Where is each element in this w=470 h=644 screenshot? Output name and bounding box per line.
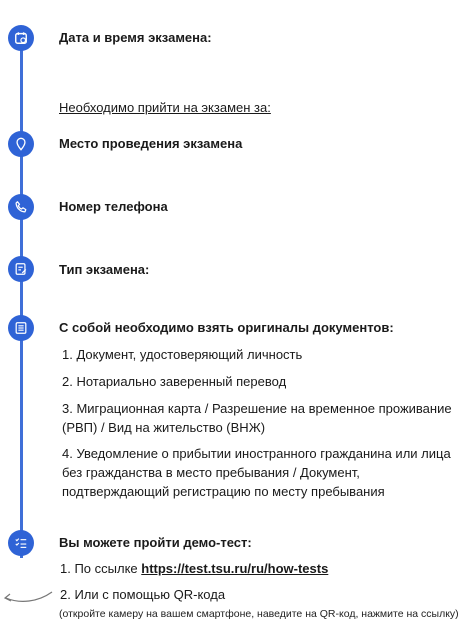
exam-place-title: Место проведения экзамена <box>59 136 243 151</box>
checklist-icon <box>8 530 34 556</box>
arrive-note: Необходимо прийти на экзамен за: <box>59 100 271 115</box>
document-item: 2. Нотариально заверенный перевод <box>62 374 287 389</box>
phone-title: Номер телефона <box>59 199 168 214</box>
demo-test-link[interactable]: https://test.tsu.ru/ru/how-tests <box>141 561 328 576</box>
phone-icon <box>8 194 34 220</box>
qr-code-item: 2. Или с помощью QR-кода <box>60 587 226 602</box>
qr-code-note: (откройте камеру на вашем смартфоне, нав… <box>59 608 459 620</box>
calendar-icon <box>8 25 34 51</box>
demo-link-prefix: 1. По ссылке <box>60 561 142 576</box>
demo-test-title: Вы можете пройти демо-тест: <box>59 535 252 550</box>
curved-arrow-icon <box>3 591 53 602</box>
location-pin-icon <box>8 131 34 157</box>
edit-document-icon <box>8 256 34 282</box>
document-item: 4. Уведомление о прибытии иностранного г… <box>62 446 451 499</box>
exam-date-title: Дата и время экзамена: <box>59 30 212 45</box>
document-item: 1. Документ, удостоверяющий личность <box>62 347 303 362</box>
demo-link-line: 1. По ссылке https://test.tsu.ru/ru/how-… <box>60 561 328 576</box>
documents-title: С собой необходимо взять оригиналы докум… <box>59 320 394 335</box>
document-list-icon <box>8 315 34 341</box>
timeline-line <box>20 38 23 558</box>
document-item: 3. Миграционная карта / Разрешение на вр… <box>62 401 452 435</box>
exam-type-title: Тип экзамена: <box>59 262 150 277</box>
